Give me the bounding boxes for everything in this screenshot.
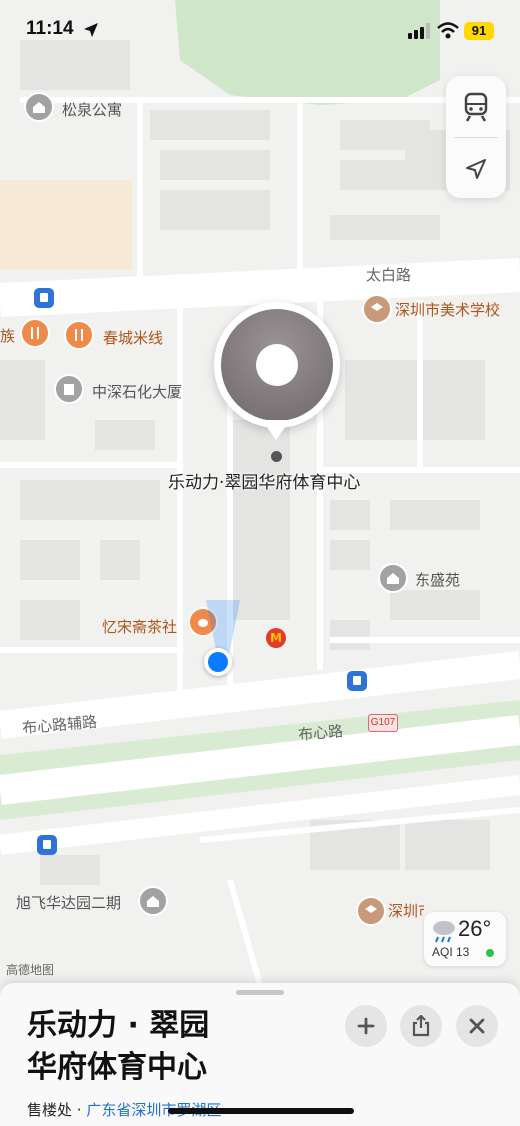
share-icon — [412, 1015, 430, 1037]
restaurant-icon[interactable] — [20, 318, 50, 348]
school-icon[interactable] — [356, 896, 386, 926]
place-title-line1: 乐动力 · 翠园 — [27, 1008, 210, 1043]
train-icon — [464, 92, 488, 122]
pin-tail — [262, 420, 290, 440]
selected-place-label[interactable]: 乐动力·翠园华府体育中心 — [168, 468, 360, 493]
poi-label-tea-house[interactable]: 忆宋斋茶社 — [102, 616, 177, 637]
place-title: 乐动力 · 翠园 华府体育中心 — [27, 1005, 209, 1089]
building-icon[interactable] — [138, 886, 168, 916]
pin-icon — [221, 309, 333, 421]
fast-food-icon[interactable]: M — [266, 628, 286, 648]
transit-mode-button[interactable] — [446, 76, 506, 137]
aqi-status-dot — [486, 949, 494, 957]
place-title-line2: 华府体育中心 — [27, 1050, 207, 1085]
poi-label-art-school[interactable]: 深圳市美术学校 — [395, 299, 500, 320]
map-provider-logo: 高德地图 — [6, 963, 55, 977]
bus-stop-icon[interactable] — [37, 835, 57, 855]
location-arrow-icon — [84, 23, 98, 37]
weather-temperature: 26° — [458, 916, 492, 941]
bus-stop-icon[interactable] — [34, 288, 54, 308]
poi-label-partial[interactable]: 族 — [0, 325, 15, 346]
poi-label-sinopec[interactable]: 中深石化大厦 — [92, 381, 182, 402]
map-controls — [446, 76, 506, 198]
poi-label-school[interactable]: 深圳市东湖中学 — [388, 900, 424, 921]
sheet-grabber[interactable] — [236, 990, 284, 995]
place-detail-sheet[interactable]: 乐动力 · 翠园 华府体育中心 售楼处 · 广东省深圳市罗湖区 — [0, 983, 520, 1126]
close-button[interactable] — [456, 1005, 498, 1047]
bus-stop-icon[interactable] — [347, 671, 367, 691]
plus-icon — [357, 1017, 375, 1035]
building-icon[interactable] — [24, 92, 54, 122]
aqi-value: AQI 13 — [432, 945, 470, 959]
building-icon[interactable] — [378, 563, 408, 593]
location-arrow-icon — [466, 158, 486, 179]
map-view[interactable]: 松泉公寓 太白路 深圳市美术学校 族 春城米线 中深石化大厦 东盛苑 忆宋斋茶社… — [0, 0, 520, 985]
user-location-marker[interactable] — [204, 648, 232, 676]
road-label-buxin: 布心路 — [297, 722, 344, 744]
office-building-icon[interactable] — [54, 374, 84, 404]
poi-label-songquan[interactable]: 松泉公寓 — [62, 99, 122, 120]
restaurant-icon[interactable] — [64, 320, 94, 350]
school-icon[interactable] — [362, 294, 392, 324]
poi-label-chuncheng[interactable]: 春城米线 — [103, 327, 163, 348]
cellular-signal-icon — [408, 23, 430, 39]
weather-widget[interactable]: 26° AQI 13 — [424, 912, 506, 966]
add-button[interactable] — [345, 1005, 387, 1047]
poi-label-dongsheng[interactable]: 东盛苑 — [415, 569, 460, 590]
status-time: 11:14 — [26, 18, 74, 39]
close-icon — [469, 1018, 485, 1034]
poi-label-xufei[interactable]: 旭飞华达园二期 — [16, 892, 121, 913]
current-location-button[interactable] — [446, 138, 506, 199]
road-label-taibai: 太白路 — [366, 266, 412, 284]
place-category: 售楼处 · — [27, 1101, 87, 1119]
highway-shield: G107 — [368, 714, 398, 732]
battery-indicator: 91 — [464, 22, 494, 40]
share-button[interactable] — [400, 1005, 442, 1047]
status-bar: 11:14 91 — [0, 0, 520, 62]
pin-anchor-dot — [271, 451, 282, 462]
selected-place-pin[interactable] — [214, 302, 340, 428]
wifi-icon — [437, 22, 459, 39]
home-indicator[interactable] — [168, 1108, 354, 1114]
rain-cloud-icon — [433, 921, 455, 943]
